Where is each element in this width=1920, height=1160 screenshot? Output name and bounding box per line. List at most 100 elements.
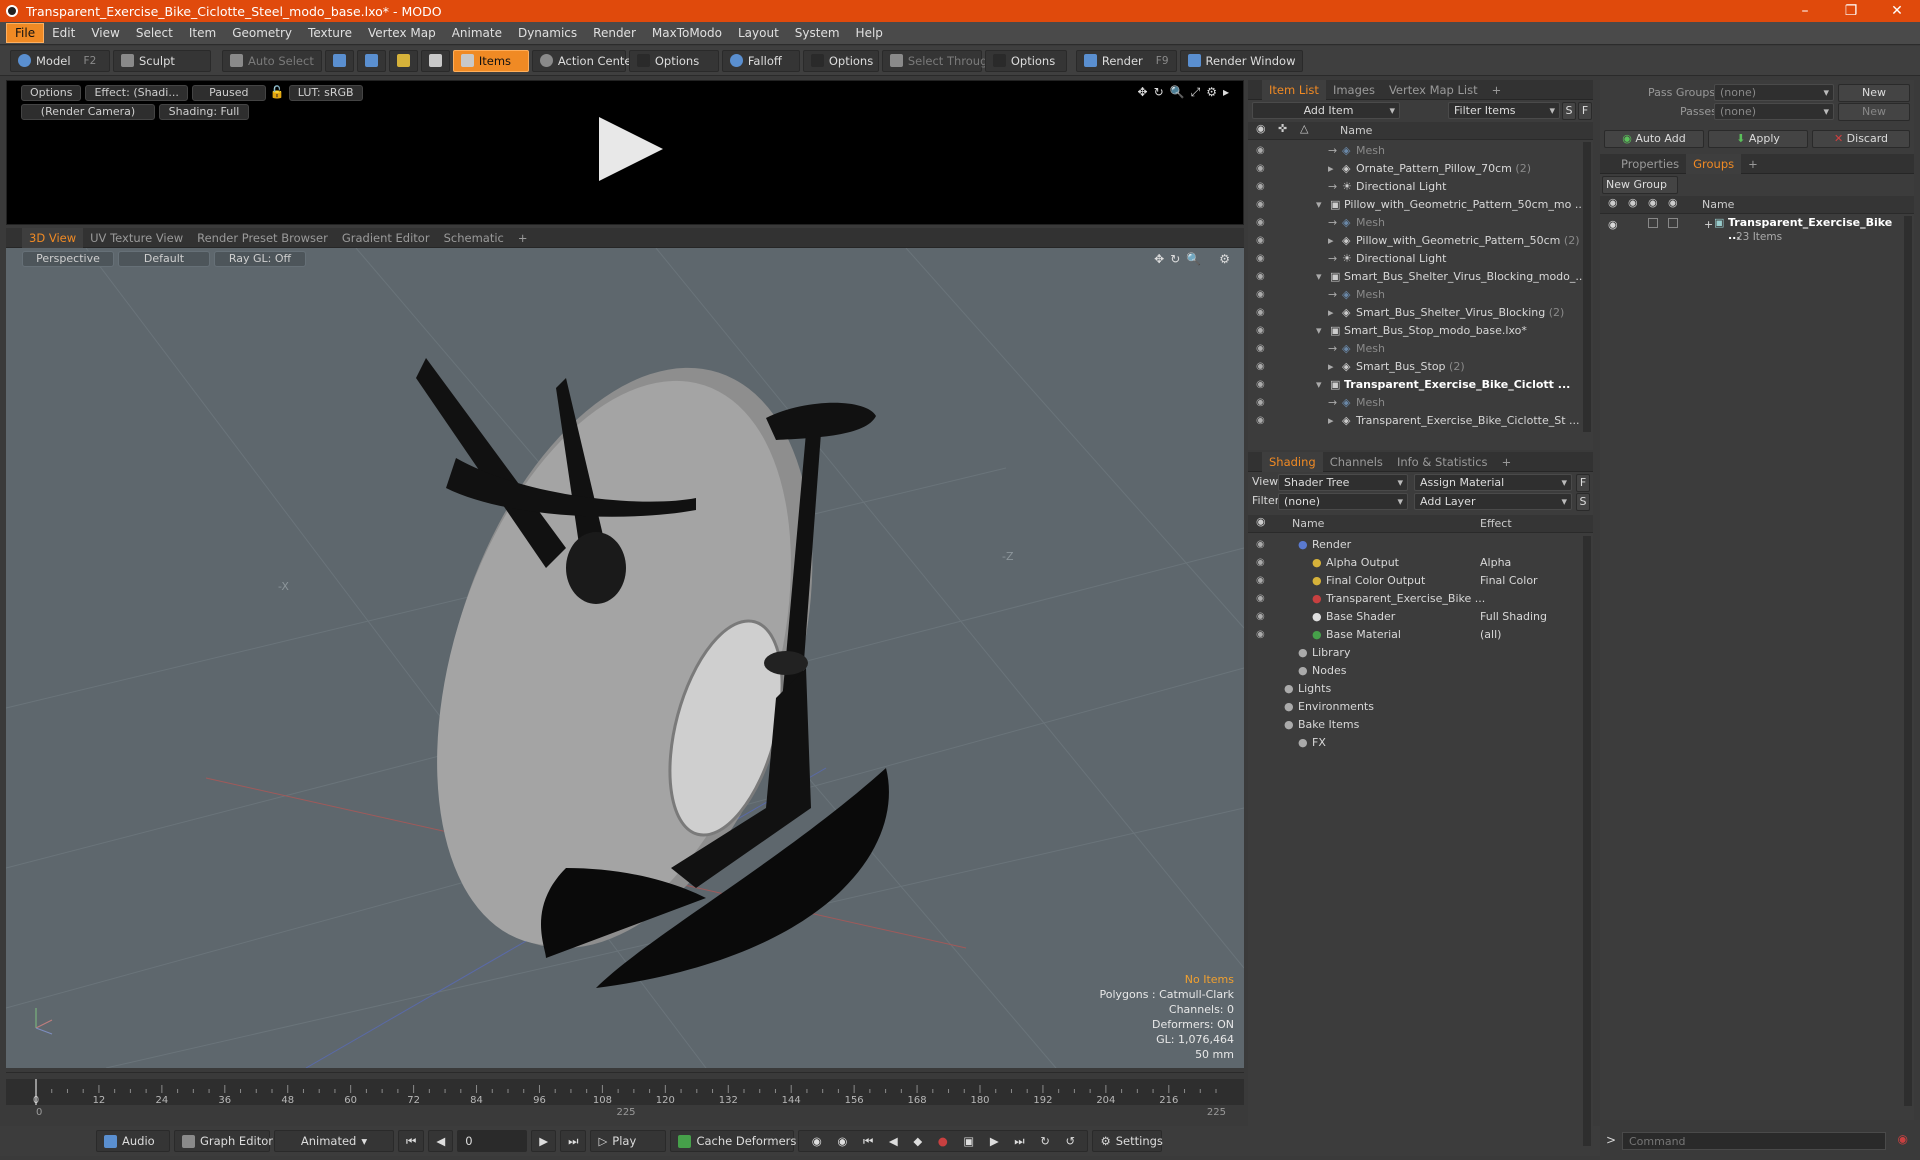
sculpt-button[interactable]: Sculpt — [113, 49, 211, 72]
visibility-eye-icon[interactable]: ◉ — [1256, 163, 1268, 175]
filter-s-button[interactable]: S — [1562, 102, 1576, 120]
menu-select[interactable]: Select — [128, 24, 181, 42]
menu-animate[interactable]: Animate — [444, 24, 510, 42]
pass-groups-dropdown[interactable]: (none) — [1714, 84, 1834, 101]
loop-icon[interactable]: ↻ — [1040, 1134, 1050, 1148]
visibility-eye-icon[interactable]: ◉ — [1256, 593, 1268, 605]
item-list-row[interactable]: ◉ ▾ ▣ Pillow_with_Geometric_Pattern_50cm_mo… — [1248, 196, 1593, 214]
next-key-icon[interactable]: ⏭ — [1014, 1134, 1024, 1149]
restore-icon[interactable]: ❐ — [1828, 0, 1874, 22]
group-render-checkbox[interactable] — [1648, 218, 1658, 228]
shader-tree-row[interactable]: ● Nodes — [1248, 662, 1593, 680]
apply-button[interactable]: ⬇ Apply — [1708, 130, 1808, 148]
timeline-range-start[interactable]: 0 — [36, 1107, 42, 1118]
animated-dropdown[interactable]: Animated ▾ — [274, 1130, 394, 1152]
filter-dropdown[interactable]: (none) — [1278, 493, 1408, 510]
group-row[interactable]: ◉ + ▣ Transparent_Exercise_Bike ... 23 I… — [1600, 216, 1900, 250]
render-window-button[interactable]: Render Window — [1179, 49, 1304, 72]
select-materials-button[interactable] — [420, 49, 450, 72]
exercise-bike-model[interactable] — [372, 320, 889, 996]
shader-tree-row[interactable]: ◉ ● Transparent_Exercise_Bike ... — [1248, 590, 1593, 608]
new-group-button[interactable]: New Group — [1602, 176, 1678, 194]
effect-dropdown[interactable]: Alpha — [1480, 554, 1580, 572]
expand-arrow-icon[interactable]: → — [1328, 340, 1337, 358]
select-through-options-button[interactable]: Options — [984, 49, 1067, 72]
expand-arrow-icon[interactable]: → — [1328, 286, 1337, 304]
item-list-row[interactable]: ◉ → ☀ Directional Light — [1248, 178, 1593, 196]
command-input[interactable] — [1622, 1132, 1886, 1150]
tab-properties[interactable]: Properties — [1614, 154, 1686, 174]
frame-input[interactable]: 0 — [457, 1130, 528, 1152]
new-pass-group-button[interactable]: New — [1838, 84, 1910, 102]
render-camera-dropdown[interactable]: (Render Camera) — [21, 104, 155, 120]
next-icon[interactable]: ▶ — [990, 1134, 999, 1148]
tab-3d-view[interactable]: 3D View — [22, 227, 84, 248]
lock-icon[interactable]: 🔓 — [270, 85, 285, 101]
loop-icon[interactable]: ↺ — [1065, 1134, 1075, 1148]
visibility-eye-icon[interactable]: ◉ — [1256, 199, 1268, 211]
item-list-row[interactable]: ◉ ▸ ◈ Pillow_with_Geometric_Pattern_50cm (2… — [1248, 232, 1593, 250]
menu-system[interactable]: System — [787, 24, 848, 42]
menu-dynamics[interactable]: Dynamics — [510, 24, 585, 42]
visibility-eye-icon[interactable]: ◉ — [1256, 307, 1268, 319]
add-tab-icon[interactable]: + — [1495, 452, 1519, 472]
prev-icon[interactable]: ◀ — [889, 1134, 898, 1148]
visibility-eye-icon[interactable]: ◉ — [1256, 415, 1268, 427]
collapse-arrow-icon[interactable]: ▾ — [1316, 268, 1322, 286]
item-list-row[interactable]: ◉ → ◈ Mesh — [1248, 286, 1593, 304]
gear-icon[interactable]: ⚙ — [1206, 85, 1217, 100]
menu-geometry[interactable]: Geometry — [224, 24, 300, 42]
perspective-dropdown[interactable]: Perspective — [22, 251, 114, 267]
minimize-icon[interactable]: – — [1782, 0, 1828, 22]
filter-items-input[interactable]: Filter Items — [1448, 102, 1560, 119]
record-icon[interactable]: ● — [938, 1134, 948, 1148]
add-tab-icon[interactable]: + — [1485, 80, 1509, 100]
expand-arrow-icon[interactable]: → — [1328, 250, 1337, 268]
audio-button[interactable]: Audio — [96, 1130, 170, 1152]
item-list-row[interactable]: ◉ ▸ ◈ Smart_Bus_Shelter_Virus_Blocking (2) — [1248, 304, 1593, 322]
expand-arrow-icon[interactable]: → — [1328, 394, 1337, 412]
item-list-row[interactable]: ◉ → ◈ Mesh — [1248, 340, 1593, 358]
item-list-row[interactable]: ◉ ▾ ▣ Transparent_Exercise_Bike_Ciclott ... — [1248, 376, 1593, 394]
menu-vertex-map[interactable]: Vertex Map — [360, 24, 444, 42]
play-icon[interactable] — [599, 117, 663, 181]
tab-channels[interactable]: Channels — [1323, 452, 1390, 472]
expand-arrow-icon[interactable]: ▸ — [1328, 412, 1334, 430]
visibility-eye-icon[interactable]: ◉ — [1256, 379, 1268, 391]
visibility-eye-icon[interactable]: ◉ — [1256, 271, 1268, 283]
item-list-row[interactable]: ◉ → ◈ Mesh — [1248, 214, 1593, 232]
shader-tree-row[interactable]: ● FX — [1248, 734, 1593, 752]
menu-edit[interactable]: Edit — [44, 24, 83, 42]
visibility-eye-icon[interactable]: ◉ — [1256, 575, 1268, 587]
select-edges-button[interactable] — [356, 49, 386, 72]
tab-vertex-map-list[interactable]: Vertex Map List — [1382, 80, 1485, 100]
prev-key-icon[interactable]: ⏮ — [863, 1134, 873, 1149]
visibility-eye-icon[interactable]: ◉ — [1256, 557, 1268, 569]
visibility-eye-icon[interactable]: ◉ — [1256, 253, 1268, 265]
zoom-icon[interactable]: 🔍 — [1186, 252, 1201, 266]
visibility-eye-icon[interactable]: ◉ — [1256, 289, 1268, 301]
tab-uv-texture-view[interactable]: UV Texture View — [83, 228, 190, 248]
timeline-range-end[interactable]: 225 — [1207, 1107, 1226, 1118]
key-icon[interactable]: ◉ — [812, 1134, 822, 1148]
shader-tree-scrollbar[interactable] — [1583, 536, 1591, 1146]
tab-item-list[interactable]: Item List — [1262, 79, 1326, 100]
tab-gradient-editor[interactable]: Gradient Editor — [335, 228, 437, 248]
visibility-eye-icon[interactable]: ◉ — [1256, 397, 1268, 409]
add-item-dropdown[interactable]: Add Item — [1252, 102, 1400, 119]
raygl-dropdown[interactable]: Ray GL: Off — [214, 251, 306, 267]
collapse-arrow-icon[interactable]: ▾ — [1316, 376, 1322, 394]
expand-arrow-icon[interactable]: ▸ — [1328, 304, 1334, 322]
visibility-eye-icon[interactable]: ◉ — [1256, 325, 1268, 337]
select-through-button[interactable]: Select Through — [881, 49, 995, 72]
key-icon[interactable]: ◉ — [837, 1134, 847, 1148]
go-to-end-button[interactable]: ⏭ — [560, 1130, 587, 1152]
new-pass-button[interactable]: New — [1838, 103, 1910, 121]
group-visibility-icon[interactable]: ◉ — [1608, 218, 1618, 231]
group-lock-checkbox[interactable] — [1668, 218, 1678, 228]
visibility-eye-icon[interactable]: ◉ — [1256, 235, 1268, 247]
lut-dropdown[interactable]: LUT: sRGB — [288, 85, 363, 101]
shading-s-button[interactable]: S — [1576, 493, 1590, 511]
pan-icon[interactable]: ✥ — [1138, 85, 1148, 100]
menu-item[interactable]: Item — [181, 24, 224, 42]
